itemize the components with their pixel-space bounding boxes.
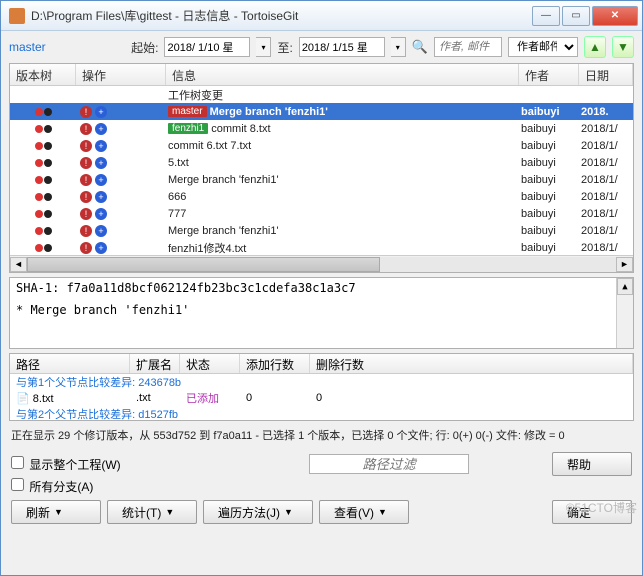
parent1-diff-row[interactable]: 与第1个父节点比较差异: 243678b bbox=[10, 374, 633, 390]
plus-icon: + bbox=[95, 140, 107, 152]
log-row[interactable]: !+ Merge branch 'fenzhi1'baibuyi2018/1/ bbox=[10, 222, 633, 239]
log-panel: 版本树 操作 信息 作者 日期 工作树变更!+master Merge bran… bbox=[9, 63, 634, 273]
author-filter-input[interactable] bbox=[434, 37, 502, 57]
plus-icon: + bbox=[95, 123, 107, 135]
col-author[interactable]: 作者 bbox=[519, 64, 579, 85]
nav-up-button[interactable]: ▲ bbox=[584, 36, 606, 58]
fcol-ext[interactable]: 扩展名 bbox=[130, 354, 180, 373]
titlebar[interactable]: D:\Program Files\库\gittest - 日志信息 - Tort… bbox=[1, 1, 642, 31]
log-header: 版本树 操作 信息 作者 日期 bbox=[10, 64, 633, 86]
toolbar: master 起始: ▾ 至: ▾ 🔍 作者邮件 ▲ ▼ bbox=[1, 31, 642, 63]
start-label: 起始: bbox=[131, 39, 158, 56]
fcol-add[interactable]: 添加行数 bbox=[240, 354, 310, 373]
log-row[interactable]: !+ fenzhi1修改4.txtbaibuyi2018/1/ bbox=[10, 239, 633, 255]
detail-vscroll[interactable]: ▲ bbox=[616, 278, 633, 348]
info-icon: ! bbox=[80, 123, 92, 135]
col-date[interactable]: 日期 bbox=[579, 64, 633, 85]
plus-icon: + bbox=[95, 106, 107, 118]
author-dropdown[interactable]: 作者邮件 bbox=[508, 37, 578, 57]
fcol-path[interactable]: 路径 bbox=[10, 354, 130, 373]
nav-down-button[interactable]: ▼ bbox=[612, 36, 634, 58]
branch-badge: fenzhi1 bbox=[168, 123, 208, 134]
col-actions[interactable]: 操作 bbox=[76, 64, 166, 85]
close-button[interactable]: ✕ bbox=[592, 6, 638, 26]
info-icon: ! bbox=[80, 174, 92, 186]
plus-icon: + bbox=[95, 191, 107, 203]
app-icon bbox=[9, 8, 25, 24]
start-date-input[interactable] bbox=[164, 37, 250, 57]
log-row[interactable]: !+ commit 6.txt 7.txtbaibuyi2018/1/ bbox=[10, 137, 633, 154]
files-panel: 路径 扩展名 状态 添加行数 删除行数 与第1个父节点比较差异: 243678b… bbox=[9, 353, 634, 421]
branch-badge: master bbox=[168, 106, 207, 117]
log-row[interactable]: 工作树变更 bbox=[10, 86, 633, 103]
log-row[interactable]: !+fenzhi1 commit 8.txtbaibuyi2018/1/ bbox=[10, 120, 633, 137]
plus-icon: + bbox=[95, 174, 107, 186]
ok-button[interactable]: 确定 bbox=[552, 500, 632, 524]
fcol-status[interactable]: 状态 bbox=[180, 354, 240, 373]
end-date-input[interactable] bbox=[299, 37, 385, 57]
window-title: D:\Program Files\库\gittest - 日志信息 - Tort… bbox=[31, 7, 532, 24]
status-line: 正在显示 29 个修订版本，从 553d752 到 f7a0a11 - 已选择 … bbox=[9, 425, 634, 445]
fcol-del[interactable]: 删除行数 bbox=[310, 354, 633, 373]
info-icon: ! bbox=[80, 208, 92, 220]
end-date-spinner[interactable]: ▾ bbox=[391, 37, 406, 57]
path-filter-input[interactable] bbox=[309, 454, 469, 474]
log-row[interactable]: !+ 5.txtbaibuyi2018/1/ bbox=[10, 154, 633, 171]
search-icon[interactable]: 🔍 bbox=[412, 39, 428, 55]
col-message[interactable]: 信息 bbox=[166, 64, 519, 85]
refresh-button[interactable]: 刷新▼ bbox=[11, 500, 101, 524]
plus-icon: + bbox=[95, 242, 107, 254]
minimize-button[interactable]: — bbox=[532, 6, 560, 26]
log-row[interactable]: !+ 666baibuyi2018/1/ bbox=[10, 188, 633, 205]
detail-panel: SHA-1: f7a0a11d8bcf062124fb23bc3c1cdefa3… bbox=[9, 277, 634, 349]
log-row[interactable]: !+master Merge branch 'fenzhi1'baibuyi20… bbox=[10, 103, 633, 120]
col-graph[interactable]: 版本树 bbox=[10, 64, 76, 85]
info-icon: ! bbox=[80, 191, 92, 203]
stats-button[interactable]: 统计(T)▼ bbox=[107, 500, 197, 524]
branch-label[interactable]: master bbox=[9, 40, 46, 54]
plus-icon: + bbox=[95, 208, 107, 220]
info-icon: ! bbox=[80, 225, 92, 237]
log-body[interactable]: 工作树变更!+master Merge branch 'fenzhi1'baib… bbox=[10, 86, 633, 255]
file-icon: 📄 bbox=[16, 393, 30, 405]
view-button[interactable]: 查看(V)▼ bbox=[319, 500, 409, 524]
show-whole-checkbox[interactable]: 显示整个工程(W) bbox=[11, 456, 121, 473]
info-icon: ! bbox=[80, 242, 92, 254]
h-scrollbar[interactable]: ◄ ► bbox=[10, 255, 633, 272]
end-label: 至: bbox=[277, 39, 292, 56]
commit-msg-line: * Merge branch 'fenzhi1' bbox=[16, 303, 627, 317]
files-header: 路径 扩展名 状态 添加行数 删除行数 bbox=[10, 354, 633, 374]
info-icon: ! bbox=[80, 157, 92, 169]
help-button[interactable]: 帮助 bbox=[552, 452, 632, 476]
log-row[interactable]: !+ Merge branch 'fenzhi1'baibuyi2018/1/ bbox=[10, 171, 633, 188]
parent2-diff-row[interactable]: 与第2个父节点比较差异: d1527fb bbox=[10, 406, 633, 421]
file-row[interactable]: 📄 8.txt .txt 已添加 0 0 bbox=[10, 390, 633, 406]
plus-icon: + bbox=[95, 157, 107, 169]
scroll-left-icon[interactable]: ◄ bbox=[10, 257, 27, 272]
bottom-area: 显示整个工程(W) 帮助 所有分支(A) 刷新▼ 统计(T)▼ 遍历方法(J)▼… bbox=[9, 449, 634, 530]
window: D:\Program Files\库\gittest - 日志信息 - Tort… bbox=[0, 0, 643, 576]
log-row[interactable]: !+ 777baibuyi2018/1/ bbox=[10, 205, 633, 222]
plus-icon: + bbox=[95, 225, 107, 237]
maximize-button[interactable]: ▭ bbox=[562, 6, 590, 26]
scroll-right-icon[interactable]: ► bbox=[616, 257, 633, 272]
start-date-spinner[interactable]: ▾ bbox=[256, 37, 271, 57]
sha-line: SHA-1: f7a0a11d8bcf062124fb23bc3c1cdefa3… bbox=[16, 281, 627, 295]
info-icon: ! bbox=[80, 106, 92, 118]
scroll-thumb[interactable] bbox=[27, 257, 380, 272]
walk-button[interactable]: 遍历方法(J)▼ bbox=[203, 500, 313, 524]
all-branch-checkbox[interactable]: 所有分支(A) bbox=[11, 478, 93, 495]
info-icon: ! bbox=[80, 140, 92, 152]
scroll-up-icon[interactable]: ▲ bbox=[617, 278, 633, 295]
